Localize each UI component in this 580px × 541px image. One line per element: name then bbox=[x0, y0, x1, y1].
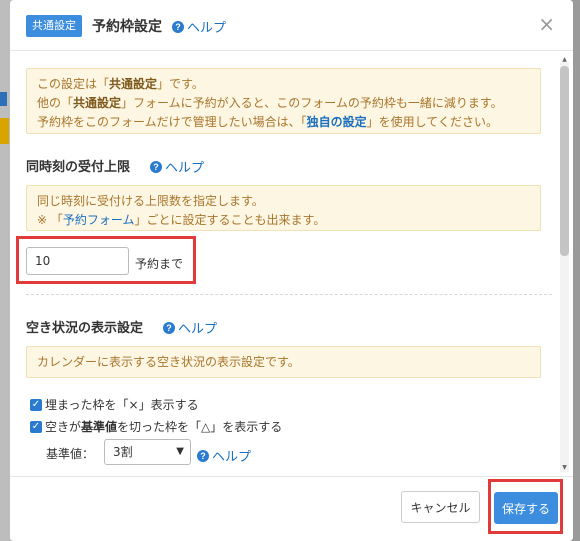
own-settings-link[interactable]: 独自の設定 bbox=[307, 115, 367, 129]
reservation-form-link[interactable]: 予約フォーム bbox=[63, 213, 135, 227]
dialog-title: 予約枠設定 bbox=[92, 19, 162, 35]
common-settings-notice: この設定は「共通設定」です。 他の「共通設定」フォームに予約が入ると、このフォー… bbox=[26, 68, 541, 134]
background-mark bbox=[0, 92, 7, 106]
notice-emphasis: 共通設定 bbox=[109, 77, 158, 91]
chevron-down-icon: ▼ bbox=[176, 446, 184, 457]
help-icon: ? bbox=[150, 160, 162, 173]
help-icon: ? bbox=[172, 20, 184, 33]
close-icon[interactable]: × bbox=[538, 14, 555, 34]
cancel-button[interactable]: キャンセル bbox=[401, 491, 480, 523]
help-icon: ? bbox=[163, 321, 175, 334]
help-label: ヘルプ bbox=[178, 322, 218, 337]
dialog-body: この設定は「共通設定」です。 他の「共通設定」フォームに予約が入ると、このフォー… bbox=[10, 51, 573, 476]
section-divider bbox=[26, 294, 552, 295]
reference-value-label: 基準値： bbox=[46, 447, 95, 461]
dialog-header: 共通設定 予約枠設定 ? ヘルプ × bbox=[10, 0, 573, 51]
reference-value-selected: 3割 bbox=[113, 445, 133, 459]
scroll-down-icon[interactable]: ▼ bbox=[560, 464, 569, 471]
save-button[interactable]: 保存する bbox=[494, 492, 558, 524]
notice-emphasis: 共通設定 bbox=[73, 96, 122, 110]
availability-section-title: 空き状況の表示設定 bbox=[26, 321, 144, 336]
scrollbar[interactable] bbox=[560, 62, 569, 472]
help-label: ヘルプ bbox=[187, 21, 227, 36]
header-help-link[interactable]: ? ヘルプ bbox=[172, 17, 226, 36]
availability-notice: カレンダーに表示する空き状況の表示設定です。 bbox=[26, 346, 541, 378]
reference-value-emphasis: 基準値 bbox=[81, 420, 118, 434]
help-label: ヘルプ bbox=[212, 450, 252, 465]
scroll-thumb[interactable] bbox=[560, 66, 569, 256]
help-icon: ? bbox=[197, 449, 209, 462]
reservation-slot-dialog: 共通設定 予約枠設定 ? ヘルプ × この設定は「共通設定」です。 他の「共通設… bbox=[10, 0, 573, 541]
capacity-suffix: 予約まで bbox=[135, 257, 184, 271]
checkbox-checked-icon[interactable]: ✓ bbox=[30, 420, 42, 433]
show-low-slots-checkbox-row[interactable]: ✓ 空きが 基準値 を切った枠を「△」を表示する bbox=[30, 418, 282, 435]
capacity-section-title: 同時刻の受付上限 bbox=[26, 160, 131, 175]
dialog-footer: キャンセル 保存する bbox=[10, 476, 573, 541]
capacity-limit-input[interactable]: 10 bbox=[26, 247, 129, 275]
help-label: ヘルプ bbox=[165, 161, 205, 176]
common-settings-badge: 共通設定 bbox=[26, 15, 82, 37]
checkbox-label: 埋まった枠を「×」表示する bbox=[45, 398, 199, 412]
capacity-note: 同じ時刻に受付ける上限数を指定します。 bbox=[37, 194, 264, 208]
reference-help-link[interactable]: ? ヘルプ bbox=[197, 446, 251, 465]
capacity-help-link[interactable]: ? ヘルプ bbox=[150, 157, 204, 176]
capacity-notice: 同じ時刻に受付ける上限数を指定します。 ※ 「予約フォーム」ごとに設定することも… bbox=[26, 185, 541, 231]
availability-help-link[interactable]: ? ヘルプ bbox=[163, 318, 217, 337]
checkbox-checked-icon[interactable]: ✓ bbox=[30, 398, 42, 411]
background-mark bbox=[0, 118, 9, 144]
reference-value-select[interactable]: 3割 ▼ bbox=[104, 439, 191, 465]
show-full-slots-checkbox-row[interactable]: ✓ 埋まった枠を「×」表示する bbox=[30, 396, 199, 413]
